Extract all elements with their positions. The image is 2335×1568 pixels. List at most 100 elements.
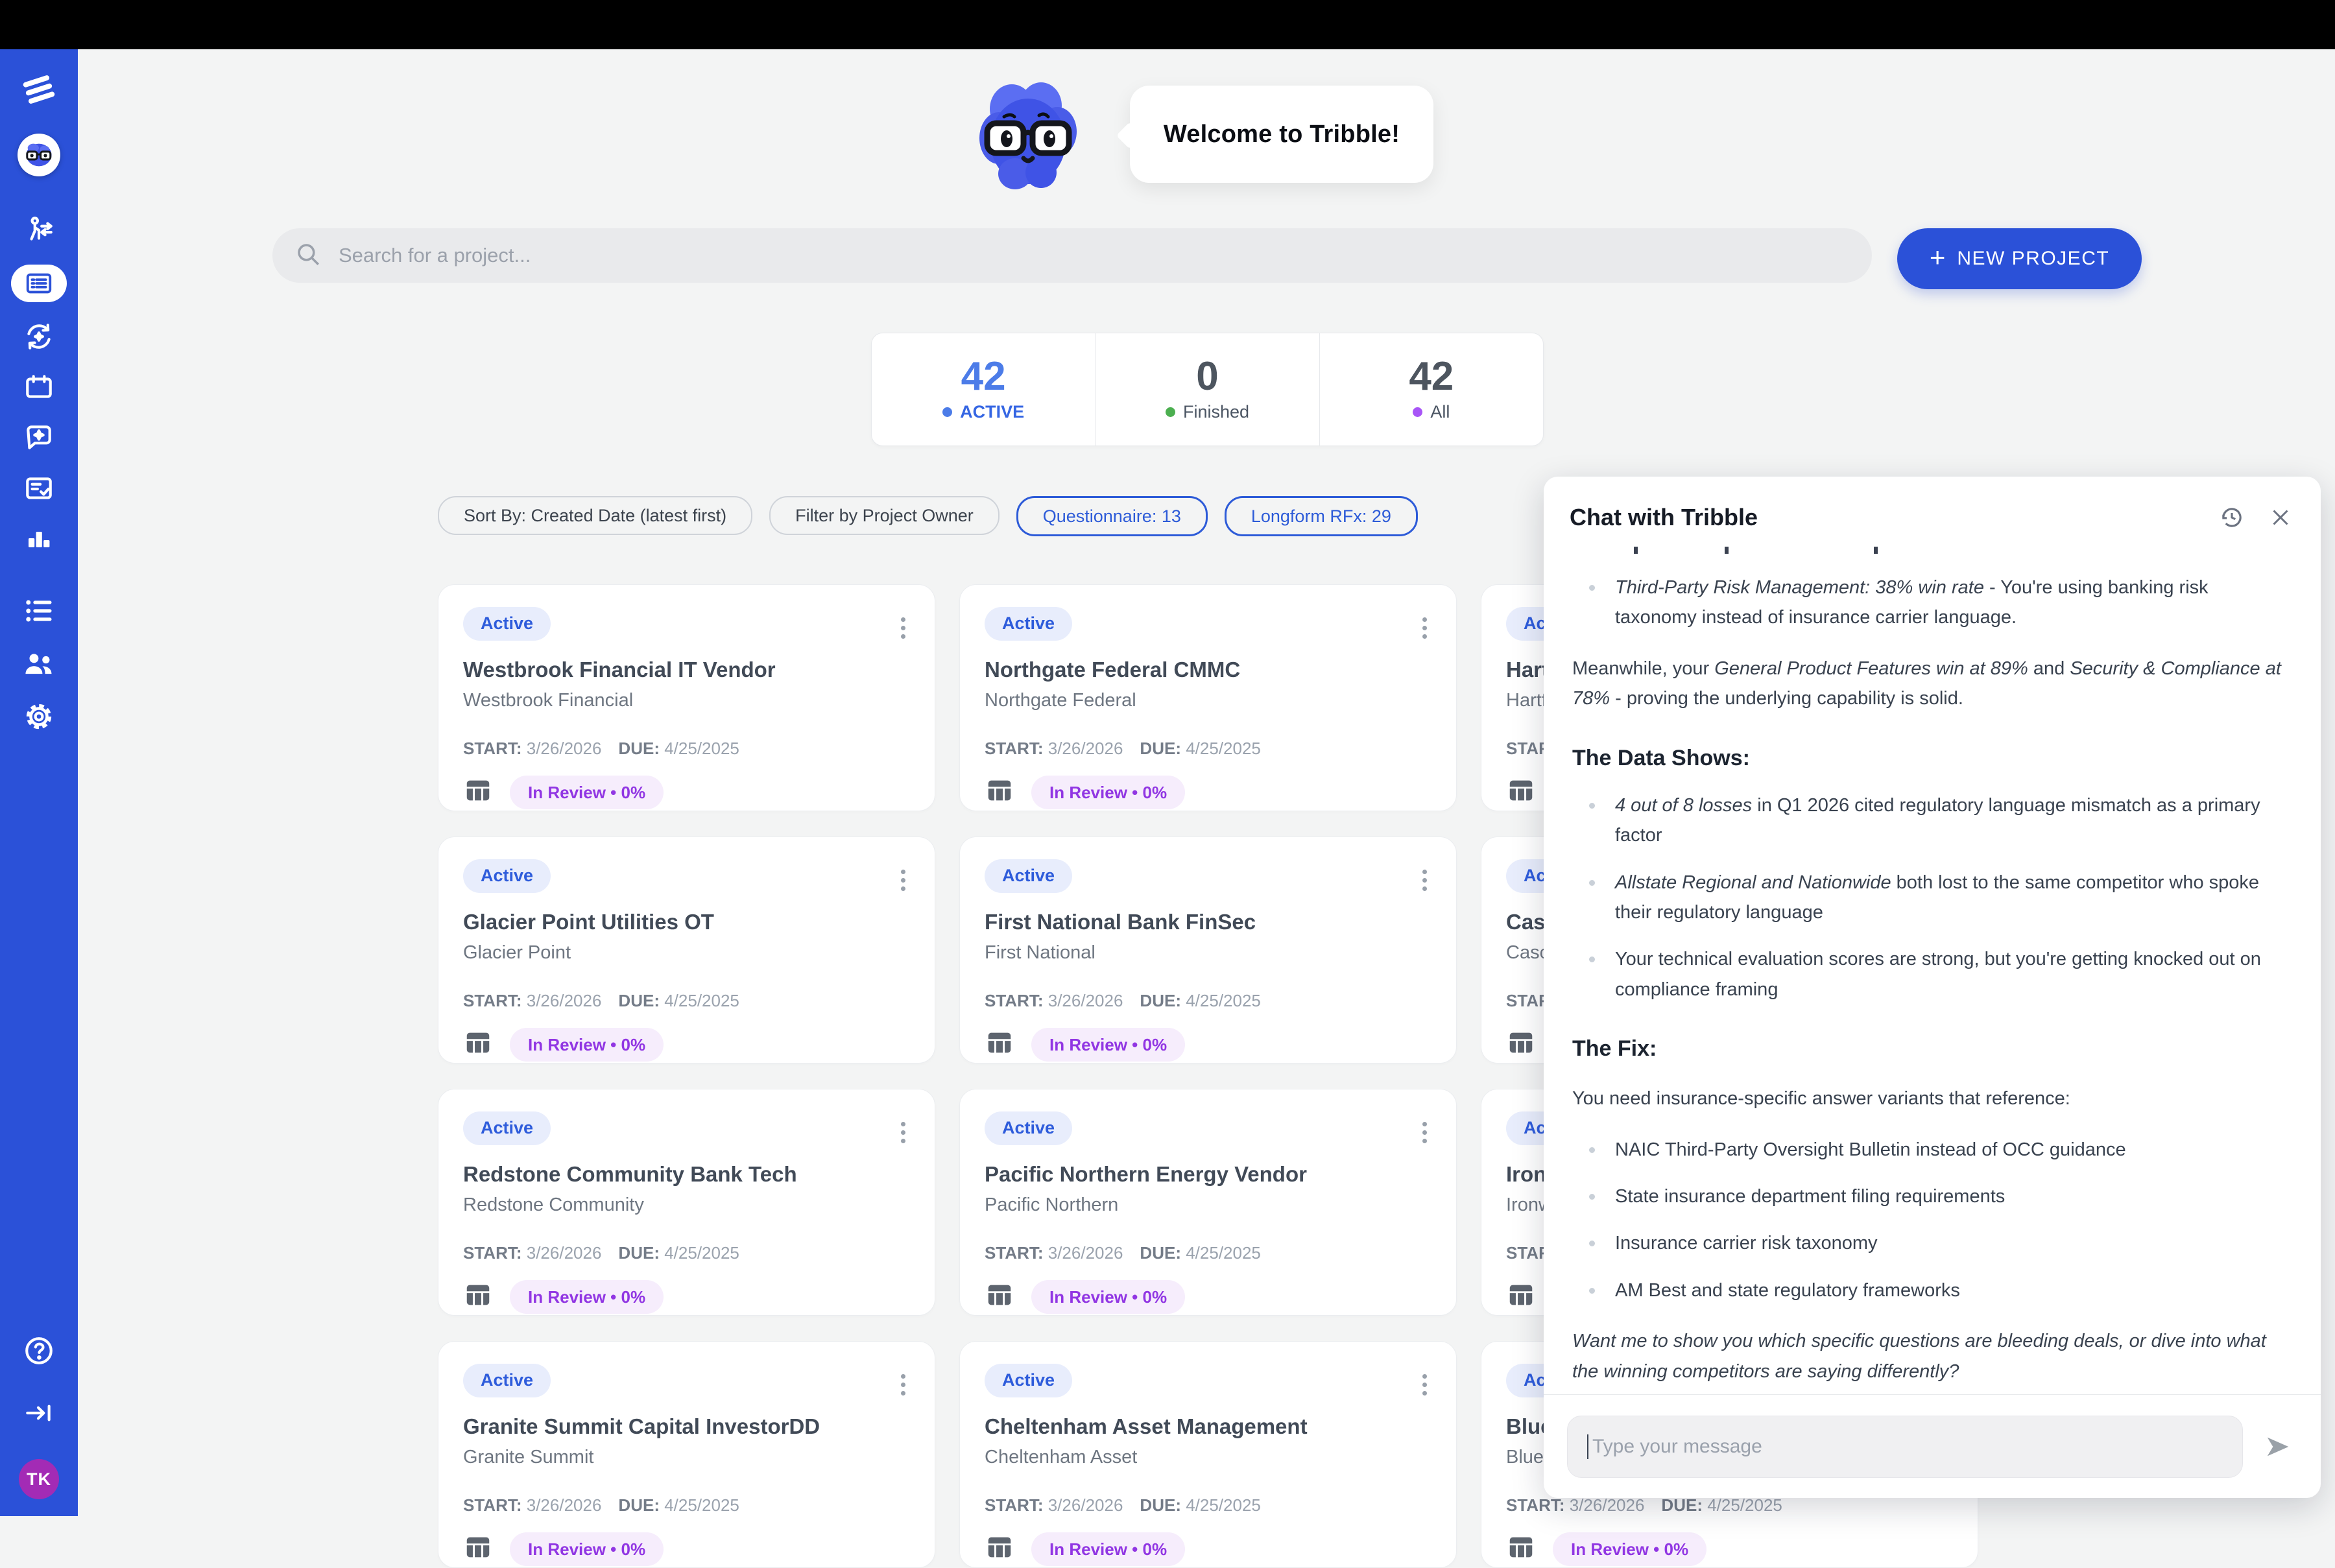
start-value: 3/26/2026: [1048, 1243, 1123, 1263]
progress-badge: In Review • 0%: [510, 1028, 664, 1062]
sidebar-item-tribble-logo: [0, 71, 78, 108]
table-icon: [985, 1028, 1014, 1061]
chat-bullet: Your technical evaluation scores are str…: [1572, 944, 2290, 1004]
stat-value: 0: [1196, 357, 1218, 397]
chat-p: Meanwhile, your General Product Features…: [1572, 654, 2290, 714]
clipped-message-line: [1572, 545, 2290, 556]
mascot-avatar-icon: [18, 134, 60, 176]
sidebar-item-bar-chart[interactable]: [0, 523, 78, 554]
sidebar-item-chat-sparkle[interactable]: [0, 422, 78, 454]
project-subtitle: Westbrook Financial: [463, 690, 910, 711]
chat-message-input[interactable]: Type your message: [1567, 1416, 2243, 1478]
project-title: Northgate Federal CMMC: [985, 658, 1431, 682]
status-badge: Active: [463, 1364, 551, 1397]
sidebar-item-form-check[interactable]: [0, 472, 78, 505]
project-card[interactable]: Active First National Bank FinSec First …: [959, 837, 1457, 1063]
sidebar-item-projects[interactable]: [0, 265, 78, 302]
project-title: Cheltenham Asset Management: [985, 1414, 1431, 1439]
project-search-input[interactable]: Search for a project...: [272, 228, 1872, 283]
due-value: 4/25/2025: [664, 739, 739, 758]
progress-badge: In Review • 0%: [1031, 1532, 1185, 1567]
chat-p: You need insurance-specific answer varia…: [1572, 1084, 2290, 1113]
project-card[interactable]: Active Glacier Point Utilities OT Glacie…: [438, 837, 935, 1063]
calendar-icon: [23, 371, 55, 403]
due-value: 4/25/2025: [1186, 1243, 1261, 1263]
filter-chip-row: Sort By: Created Date (latest first) Filt…: [438, 496, 1418, 536]
help-icon: [23, 1335, 55, 1367]
kebab-menu-icon[interactable]: [1422, 1370, 1428, 1399]
table-icon: [463, 1280, 493, 1313]
chat-message-body[interactable]: Third-Party Risk Management: 38% win rat…: [1544, 544, 2318, 1393]
filter-chip[interactable]: Sort By: Created Date (latest first): [438, 496, 752, 535]
kebab-menu-icon[interactable]: [1422, 613, 1428, 643]
filter-chip[interactable]: Longform RFx: 29: [1225, 496, 1418, 536]
sidebar-item-gear[interactable]: [0, 700, 78, 733]
kebab-menu-icon[interactable]: [901, 613, 906, 643]
project-subtitle: Cheltenham Asset: [985, 1447, 1431, 1468]
stat-finished[interactable]: 0 Finished: [1095, 333, 1319, 445]
kebab-menu-icon[interactable]: [901, 1370, 906, 1399]
user-avatar[interactable]: TK: [0, 1459, 78, 1499]
stat-active[interactable]: 42ACTIVE: [872, 333, 1095, 445]
table-icon: [985, 1280, 1014, 1313]
sync-icon: [23, 320, 55, 353]
project-card[interactable]: Active Northgate Federal CMMC Northgate …: [959, 584, 1457, 811]
project-card[interactable]: Active Westbrook Financial IT Vendor Wes…: [438, 584, 935, 811]
chat-sparkle-icon: [23, 422, 55, 454]
table-icon: [985, 1532, 1014, 1565]
team-icon: [22, 647, 56, 681]
kebab-menu-icon[interactable]: [901, 866, 906, 895]
start-value: 3/26/2026: [1048, 739, 1123, 758]
project-dates: START: 3/26/2026DUE: 4/25/2025: [463, 1243, 910, 1263]
progress-badge: In Review • 0%: [510, 1280, 664, 1314]
send-icon[interactable]: [2264, 1432, 2293, 1462]
project-dates: START: 3/26/2026DUE: 4/25/2025: [463, 739, 910, 759]
stat-label: Finished: [1166, 402, 1249, 422]
kebab-menu-icon[interactable]: [1422, 866, 1428, 895]
chat-bullet: Third-Party Risk Management: 38% win rat…: [1572, 573, 2290, 633]
chat-h3: The Fix:: [1572, 1034, 2290, 1063]
status-badge: Active: [463, 1111, 551, 1145]
chat-h3: The Data Shows:: [1572, 744, 2290, 772]
project-title: Pacific Northern Energy Vendor: [985, 1162, 1431, 1187]
kebab-menu-icon[interactable]: [1422, 1118, 1428, 1147]
project-card[interactable]: Active Cheltenham Asset Management Chelt…: [959, 1341, 1457, 1568]
project-dates: START: 3/26/2026DUE: 4/25/2025: [985, 991, 1431, 1011]
stat-dot-icon: [1413, 407, 1422, 417]
progress-badge: In Review • 0%: [510, 776, 664, 810]
history-icon[interactable]: [2218, 504, 2245, 531]
sidebar-item-sync[interactable]: [0, 320, 78, 353]
kebab-menu-icon[interactable]: [901, 1118, 906, 1147]
chat-bullet: Insurance carrier risk taxonomy: [1572, 1228, 2290, 1258]
close-icon[interactable]: [2269, 506, 2292, 529]
sidebar-item-team[interactable]: [0, 647, 78, 681]
filter-chip[interactable]: Questionnaire: 13: [1016, 496, 1208, 536]
table-icon: [1506, 1280, 1536, 1313]
new-project-button[interactable]: + NEW PROJECT: [1897, 228, 2142, 289]
start-label: START:: [985, 739, 1044, 758]
sidebar-item-calendar[interactable]: [0, 371, 78, 403]
project-card[interactable]: Active Granite Summit Capital InvestorDD…: [438, 1341, 935, 1568]
sidebar-item-workflow[interactable]: [0, 214, 78, 246]
start-value: 3/26/2026: [1048, 1495, 1123, 1515]
sidebar-item-mascot-avatar[interactable]: [0, 134, 78, 176]
start-label: START:: [463, 739, 522, 758]
project-card[interactable]: Active Redstone Community Bank Tech Reds…: [438, 1089, 935, 1316]
filter-chip[interactable]: Filter by Project Owner: [769, 496, 1000, 535]
project-dates: START: 3/26/2026DUE: 4/25/2025: [985, 1243, 1431, 1263]
project-title: First National Bank FinSec: [985, 910, 1431, 934]
chat-bullet: NAIC Third-Party Oversight Bulletin inst…: [1572, 1135, 2290, 1165]
due-label: DUE:: [1140, 1495, 1181, 1515]
sidebar-item-list[interactable]: [0, 594, 78, 628]
gear-icon: [23, 700, 55, 733]
start-label: START:: [463, 1495, 522, 1515]
projects-icon: [11, 265, 67, 302]
project-card[interactable]: Active Pacific Northern Energy Vendor Pa…: [959, 1089, 1457, 1316]
search-icon: [294, 241, 322, 271]
sidebar-item-help[interactable]: [0, 1335, 78, 1367]
status-badge: Active: [463, 607, 551, 641]
stat-all[interactable]: 42All: [1319, 333, 1543, 445]
sidebar-item-logout[interactable]: [0, 1397, 78, 1429]
chat-bullet: 4 out of 8 losses in Q1 2026 cited regul…: [1572, 790, 2290, 851]
due-value: 4/25/2025: [1186, 991, 1261, 1010]
